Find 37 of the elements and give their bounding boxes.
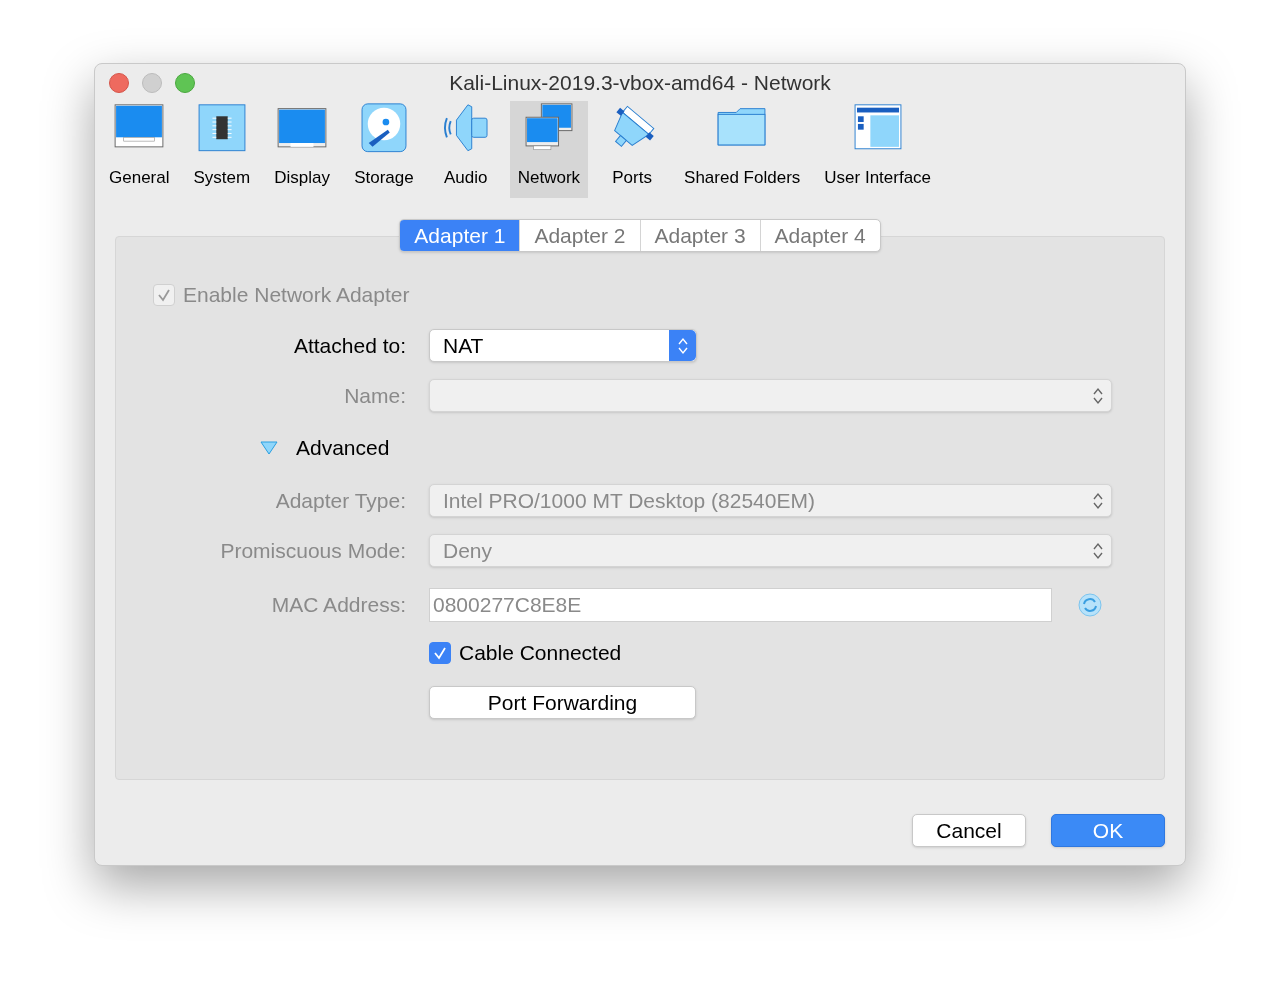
dropdown[interactable]: NAT	[429, 329, 697, 362]
toolbar-tab[interactable]: Audio	[429, 101, 502, 198]
toolbar-tab[interactable]: Shared Folders	[676, 101, 809, 198]
chevrons-icon	[677, 336, 688, 355]
field-label: Promiscuous Mode:	[219, 537, 406, 564]
checkbox-label: Cable Connected	[459, 640, 622, 667]
toolbar-tab[interactable]: System	[185, 101, 259, 198]
chevrons-icon	[1093, 491, 1103, 510]
chevrons-icon	[1093, 541, 1103, 560]
checkmark-icon	[433, 646, 447, 660]
chevrons-icon	[1093, 386, 1103, 405]
window-title: Kali-Linux-2019.3-vbox-amd64 - Network	[449, 69, 831, 96]
close-button[interactable]	[109, 73, 129, 93]
toolbar-tab[interactable]: Display	[266, 101, 339, 198]
checkmark-icon	[157, 288, 171, 302]
adapter-tab[interactable]: Adapter 1	[400, 220, 520, 251]
adapter-tab[interactable]: Adapter 3	[639, 220, 760, 251]
disclosure-triangle-icon[interactable]	[260, 441, 278, 455]
refresh-icon[interactable]	[1077, 592, 1103, 618]
section-label: Advanced	[296, 435, 390, 462]
checkbox-label: Enable Network Adapter	[183, 282, 410, 309]
field-label: MAC Address:	[270, 592, 406, 619]
toolbar-tab[interactable]: Ports	[596, 101, 669, 198]
zoom-button[interactable]	[175, 73, 195, 93]
checkbox[interactable]	[429, 642, 451, 664]
minimize-button[interactable]	[142, 73, 162, 93]
toolbar-tab[interactable]: User Interface	[816, 101, 940, 198]
toolbar-tab[interactable]: Network	[509, 101, 589, 198]
port-forwarding-button[interactable]: Port Forwarding	[429, 686, 696, 719]
field-label: Attached to:	[292, 332, 406, 359]
adapter-tab[interactable]: Adapter 2	[519, 220, 640, 251]
field-label: Name:	[343, 382, 406, 409]
toolbar-tab[interactable]: Storage	[346, 101, 422, 198]
adapter-tab[interactable]: Adapter 4	[759, 220, 880, 251]
toolbar-tab[interactable]: General	[101, 101, 178, 198]
cancel-button[interactable]: Cancel	[912, 814, 1026, 847]
field-label: Adapter Type:	[274, 487, 406, 514]
